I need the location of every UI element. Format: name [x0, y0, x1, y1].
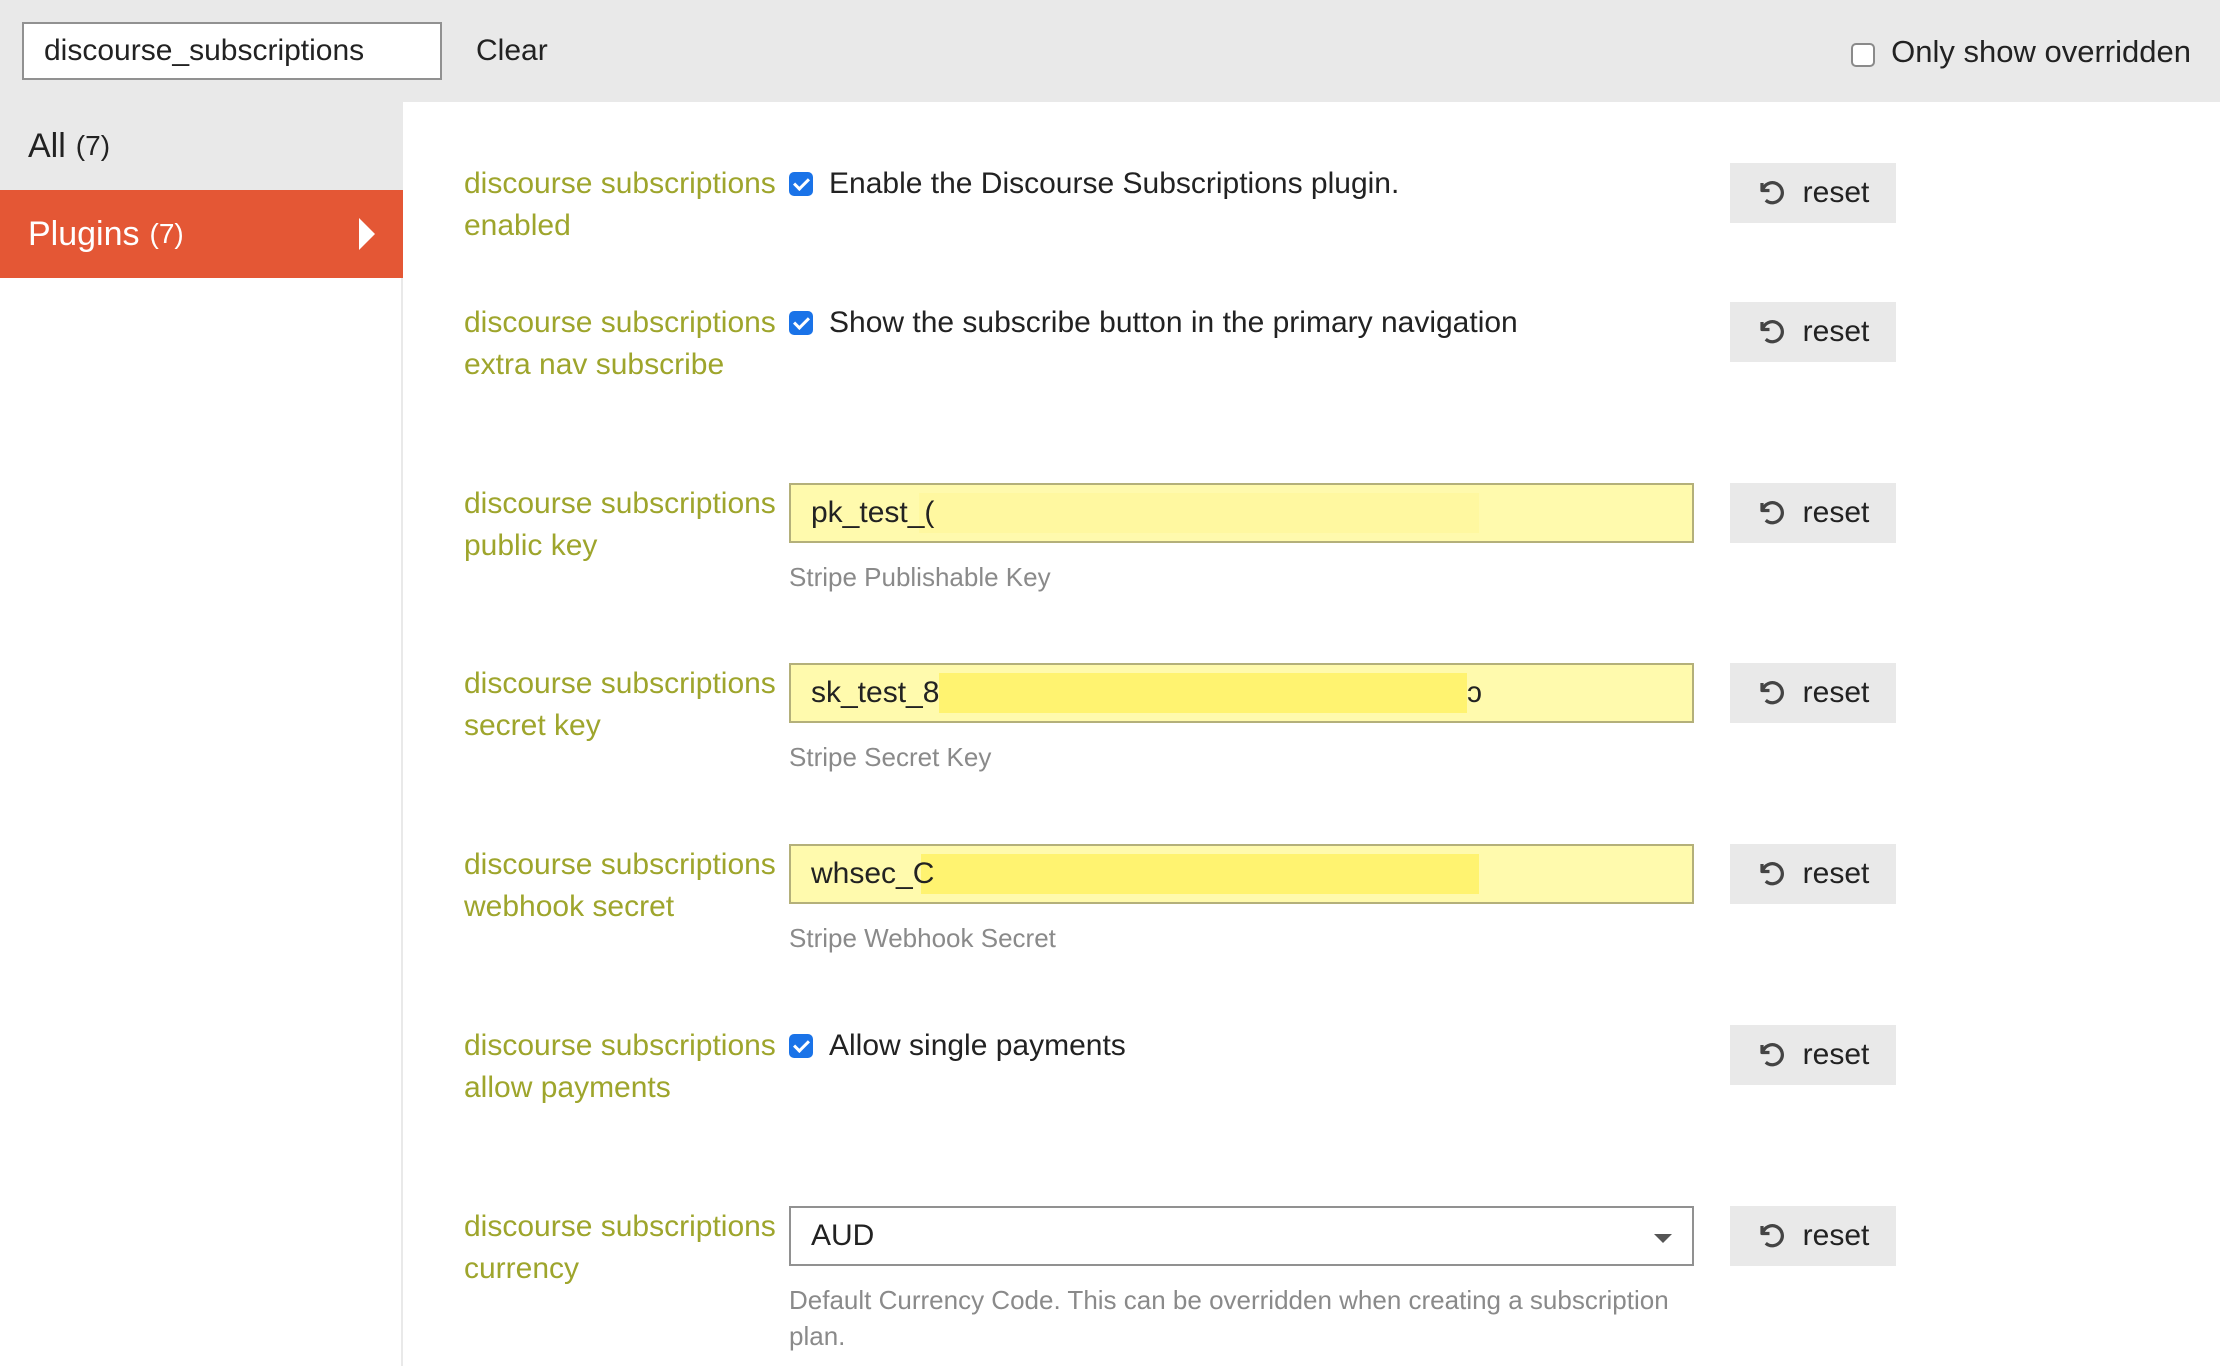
reset-button[interactable]: reset — [1730, 163, 1896, 223]
currency-select[interactable]: AUD — [789, 1206, 1694, 1266]
redaction-mask — [919, 493, 1479, 533]
setting-name: discourse subscriptions public key — [464, 487, 776, 562]
only-show-overridden-label: Only show overridden — [1891, 34, 2191, 69]
settings-category-sidebar: All (7) Plugins (7) — [0, 102, 403, 1366]
reset-button[interactable]: reset — [1730, 1025, 1896, 1085]
select-value: AUD — [811, 1219, 875, 1252]
field-value-tail: ↄ — [1467, 676, 1482, 709]
reset-label: reset — [1802, 676, 1870, 709]
setting-description: Default Currency Code. This can be overr… — [789, 1285, 1669, 1351]
reset-button[interactable]: reset — [1730, 663, 1896, 723]
reset-button[interactable]: reset — [1730, 844, 1896, 904]
sidebar-item-all[interactable]: All (7) — [0, 102, 403, 190]
setting-checkbox-row[interactable]: Allow single payments — [789, 1025, 1694, 1067]
undo-icon — [1760, 1224, 1784, 1248]
reset-button[interactable]: reset — [1730, 483, 1896, 543]
setting-value: Enable the Discourse Subscriptions plugi… — [789, 163, 1694, 205]
sidebar-item-label: All — [28, 126, 66, 165]
secret-key-input[interactable]: sk_test_8 ↄ — [789, 663, 1694, 723]
reset-label: reset — [1802, 1219, 1870, 1252]
setting-description: Stripe Secret Key — [789, 742, 992, 772]
only-show-overridden-toggle[interactable]: Only show overridden — [1851, 34, 2191, 70]
redaction-mask — [939, 673, 1467, 713]
public-key-input[interactable]: pk_test_( — [789, 483, 1694, 543]
setting-description: Stripe Webhook Secret — [789, 923, 1056, 953]
setting-value: Allow single payments — [789, 1025, 1694, 1067]
redaction-mask — [921, 854, 1479, 894]
webhook-secret-input[interactable]: whsec_C — [789, 844, 1694, 904]
sidebar-item-count: (7) — [75, 130, 111, 161]
setting-name: discourse subscriptions allow payments — [464, 1029, 776, 1104]
setting-value: Show the subscribe button in the primary… — [789, 302, 1694, 344]
setting-name: discourse subscriptions webhook secret — [464, 848, 776, 923]
setting-value: whsec_C Stripe Webhook Secret — [789, 844, 1694, 956]
checkbox-icon[interactable] — [789, 311, 813, 335]
sidebar-item-plugins[interactable]: Plugins (7) — [0, 190, 403, 278]
setting-value: pk_test_( Stripe Publishable Key — [789, 483, 1694, 595]
clear-filter-button[interactable]: Clear — [458, 22, 566, 80]
settings-filter-input[interactable] — [22, 22, 442, 80]
setting-checkbox-row[interactable]: Show the subscribe button in the primary… — [789, 302, 1694, 344]
undo-icon — [1760, 501, 1784, 525]
undo-icon — [1760, 1043, 1784, 1067]
field-value: sk_test_8 — [811, 676, 940, 709]
reset-label: reset — [1802, 1038, 1870, 1071]
undo-icon — [1760, 181, 1784, 205]
setting-name: discourse subscriptions extra nav subscr… — [464, 306, 776, 381]
setting-name: discourse subscriptions currency — [464, 1210, 776, 1285]
checkbox-icon[interactable] — [789, 172, 813, 196]
settings-filter-bar: Clear Only show overridden — [0, 0, 2220, 102]
reset-button[interactable]: reset — [1730, 302, 1896, 362]
reset-label: reset — [1802, 857, 1870, 890]
setting-checkbox-label: Show the subscribe button in the primary… — [829, 306, 1518, 339]
checkbox-icon[interactable] — [789, 1034, 813, 1058]
field-value: pk_test_( — [811, 496, 935, 529]
reset-label: reset — [1802, 176, 1870, 209]
setting-checkbox-row[interactable]: Enable the Discourse Subscriptions plugi… — [789, 163, 1694, 205]
chevron-down-icon[interactable] — [1654, 1234, 1672, 1243]
reset-label: reset — [1802, 315, 1870, 348]
reset-button[interactable]: reset — [1730, 1206, 1896, 1266]
setting-name: discourse subscriptions secret key — [464, 667, 776, 742]
setting-checkbox-label: Allow single payments — [829, 1029, 1126, 1062]
field-value: whsec_C — [811, 857, 935, 890]
sidebar-item-count: (7) — [149, 218, 184, 249]
setting-checkbox-label: Enable the Discourse Subscriptions plugi… — [829, 167, 1400, 200]
caret-right-icon — [359, 218, 375, 250]
undo-icon — [1760, 681, 1784, 705]
sidebar-item-label: Plugins — [28, 214, 140, 253]
checkbox-icon[interactable] — [1851, 43, 1876, 67]
setting-value: AUD Default Currency Code. This can be o… — [789, 1206, 1694, 1354]
reset-label: reset — [1802, 496, 1870, 529]
setting-description: Stripe Publishable Key — [789, 562, 1051, 592]
undo-icon — [1760, 862, 1784, 886]
setting-name: discourse subscriptions enabled — [464, 167, 776, 242]
undo-icon — [1760, 320, 1784, 344]
setting-value: sk_test_8 ↄ Stripe Secret Key — [789, 663, 1694, 775]
